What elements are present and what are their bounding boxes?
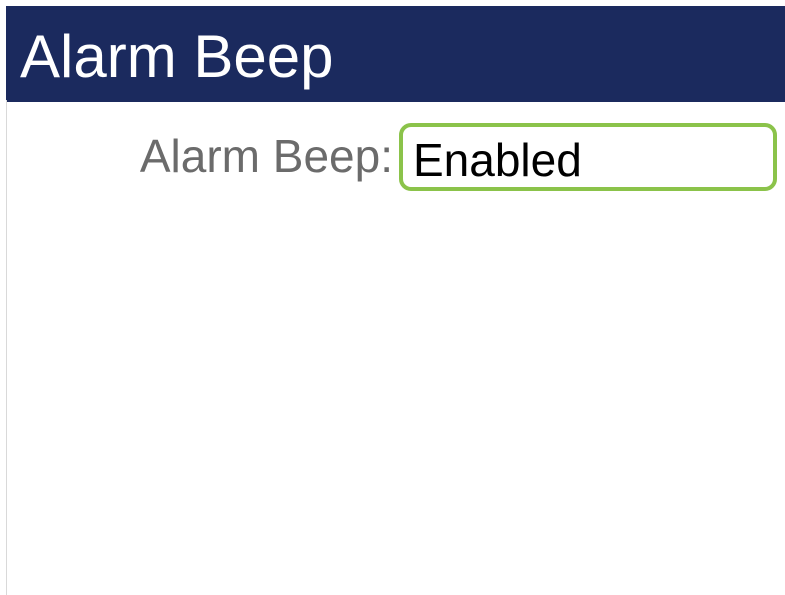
alarm-beep-label: Alarm Beep:	[139, 130, 393, 182]
page-title: Alarm Beep	[20, 23, 334, 90]
alarm-beep-selector[interactable]: Enabled	[399, 123, 777, 191]
title-bar: Alarm Beep	[6, 6, 785, 102]
alarm-beep-value: Enabled	[413, 134, 582, 186]
alarm-beep-screen: Alarm Beep Alarm Beep: Enabled	[0, 0, 785, 595]
setting-row-alarm-beep: Alarm Beep: Enabled	[0, 121, 785, 191]
